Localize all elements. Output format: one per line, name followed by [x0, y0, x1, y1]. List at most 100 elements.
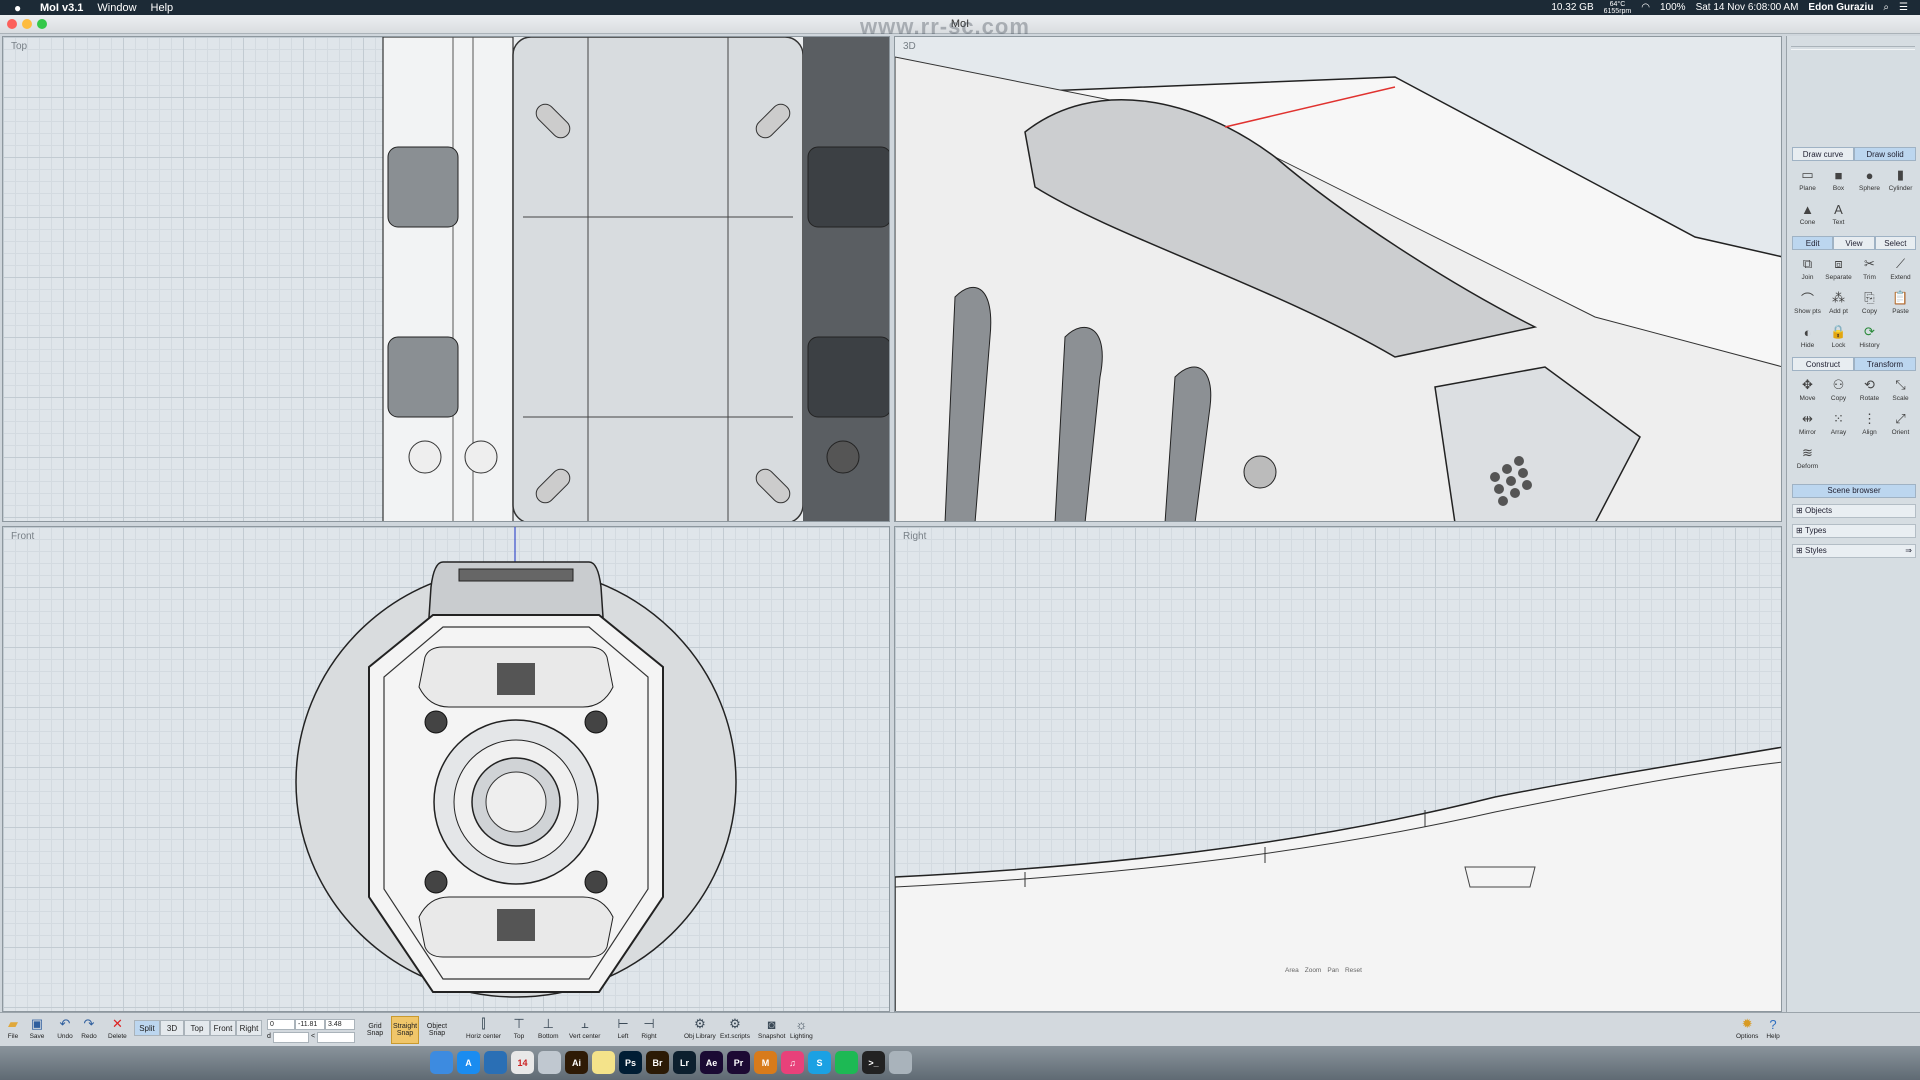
dock-moi-icon[interactable]: M	[754, 1051, 777, 1074]
straight-snap-toggle[interactable]: Straight Snap	[391, 1016, 419, 1044]
arrow-right-icon[interactable]: ⇒	[1905, 545, 1912, 557]
tool-sphere[interactable]: ● Sphere	[1854, 165, 1885, 199]
object-snap-toggle[interactable]: Object Snap	[423, 1016, 451, 1044]
notification-center-icon[interactable]: ☰	[1899, 2, 1908, 13]
coord-x-field[interactable]: 0	[267, 1019, 295, 1030]
dock-terminal-icon[interactable]: >_	[862, 1051, 885, 1074]
spotlight-search-icon[interactable]: ⌕	[1883, 2, 1889, 13]
dock-illustrator-icon[interactable]: Ai	[565, 1051, 588, 1074]
tool-orient[interactable]: ⤢ Orient	[1885, 409, 1916, 443]
align-top-button[interactable]: ⊤ Top	[510, 1015, 528, 1040]
tab-construct[interactable]: Construct	[1792, 357, 1854, 371]
tab-edit[interactable]: Edit	[1792, 236, 1834, 250]
temp-fan-status[interactable]: 64°C 6155rpm	[1604, 1, 1632, 15]
align-horiz-center-button[interactable]: ⫿ Horiz center	[466, 1015, 501, 1040]
menu-window[interactable]: Window	[97, 2, 136, 14]
apple-menu-icon[interactable]: ●	[14, 1, 28, 15]
tool-text[interactable]: A Text	[1823, 199, 1854, 233]
dock-safari-icon[interactable]	[484, 1051, 507, 1074]
user-menu[interactable]: Edon Guraziu	[1808, 2, 1873, 13]
distance-field[interactable]	[273, 1032, 309, 1043]
tool-join[interactable]: ⧉ Join	[1792, 254, 1823, 288]
align-left-button[interactable]: ⊢ Left	[614, 1015, 632, 1040]
view-front-button[interactable]: Front	[210, 1020, 236, 1036]
tool-history[interactable]: ⟳ History	[1854, 322, 1885, 356]
tool-mirror[interactable]: ⇹ Mirror	[1792, 409, 1823, 443]
tool-deform[interactable]: ≋ Deform	[1792, 443, 1823, 477]
viewport-top[interactable]: Top	[2, 36, 890, 522]
tool-trim[interactable]: ✂ Trim	[1854, 254, 1885, 288]
tool-separate[interactable]: ⧈ Separate	[1823, 254, 1854, 288]
scene-browser-button[interactable]: Scene browser	[1792, 484, 1916, 498]
dock-calendar-icon[interactable]: 14	[511, 1051, 534, 1074]
nav-zoom-button[interactable]: Zoom	[1305, 967, 1322, 974]
dock-preview-icon[interactable]	[538, 1051, 561, 1074]
tool-lock[interactable]: 🔒 Lock	[1823, 322, 1854, 356]
snapshot-button[interactable]: ◙ Snapshot	[758, 1015, 785, 1041]
align-right-button[interactable]: ⊣ Right	[640, 1015, 658, 1040]
tab-view[interactable]: View	[1833, 236, 1875, 250]
dock-lightroom-icon[interactable]: Lr	[673, 1051, 696, 1074]
angle-field[interactable]	[317, 1032, 355, 1043]
nav-area-button[interactable]: Area	[1285, 967, 1299, 974]
viewport-front[interactable]: Front	[2, 526, 890, 1012]
app-menu[interactable]: MoI v3.1	[40, 2, 83, 14]
align-bottom-button[interactable]: ⊥ Bottom	[538, 1015, 559, 1040]
tool-add-pt[interactable]: ⁂ Add pt	[1823, 288, 1854, 322]
dock-aftereffects-icon[interactable]: Ae	[700, 1051, 723, 1074]
view-right-button[interactable]: Right	[236, 1020, 262, 1036]
dock-spotify-icon[interactable]	[835, 1051, 858, 1074]
coord-z-field[interactable]: 3.48	[325, 1019, 355, 1030]
viewport-3d[interactable]: 3D	[894, 36, 1782, 522]
save-button[interactable]: ▣ Save	[28, 1015, 46, 1040]
wifi-icon[interactable]: ◠	[1641, 2, 1650, 13]
scene-row-styles[interactable]: ⊞ Styles ⇒	[1792, 544, 1916, 558]
tool-plane[interactable]: ▭ Plane	[1792, 165, 1823, 199]
view-top-button[interactable]: Top	[184, 1020, 210, 1036]
tool-align[interactable]: ⋮ Align	[1854, 409, 1885, 443]
nav-reset-button[interactable]: Reset	[1345, 967, 1362, 974]
tool-cylinder[interactable]: ▮ Cylinder	[1885, 165, 1916, 199]
tool-rotate[interactable]: ⟲ Rotate	[1854, 375, 1885, 409]
align-vert-center-button[interactable]: ⫠ Vert center	[569, 1015, 600, 1040]
dock-bridge-icon[interactable]: Br	[646, 1051, 669, 1074]
dock-music-icon[interactable]: ♫	[781, 1051, 804, 1074]
tool-copy[interactable]: ⚇ Copy	[1823, 375, 1854, 409]
tool-paste[interactable]: 📋 Paste	[1885, 288, 1916, 322]
dock-skype-icon[interactable]: S	[808, 1051, 831, 1074]
view-3d-button[interactable]: 3D	[160, 1020, 184, 1036]
coord-y-field[interactable]: -11.81	[295, 1019, 325, 1030]
view-split-button[interactable]: Split	[134, 1020, 160, 1036]
tool-show-pts[interactable]: ⌒ Show pts	[1792, 288, 1823, 322]
tool-hide[interactable]: ◐ Hide	[1792, 322, 1823, 356]
undo-button[interactable]: ↶ Undo	[56, 1015, 74, 1040]
dock-finder-icon[interactable]	[430, 1051, 453, 1074]
tool-move[interactable]: ✥ Move	[1792, 375, 1823, 409]
tool-cone[interactable]: ▲ Cone	[1792, 199, 1823, 233]
dock-appstore-icon[interactable]: A	[457, 1051, 480, 1074]
scene-row-types[interactable]: ⊞ Types	[1792, 524, 1916, 538]
memory-status[interactable]: 10.32 GB	[1551, 2, 1593, 13]
delete-button[interactable]: ✕ Delete	[108, 1015, 127, 1040]
lighting-button[interactable]: ☼ Lighting	[790, 1015, 813, 1041]
redo-button[interactable]: ↷ Redo	[80, 1015, 98, 1040]
dock-premiere-icon[interactable]: Pr	[727, 1051, 750, 1074]
tab-draw-solid[interactable]: Draw solid	[1854, 147, 1916, 161]
obj-library-button[interactable]: ⚙ Obj Library	[684, 1015, 716, 1040]
tab-transform[interactable]: Transform	[1854, 357, 1916, 371]
tab-select[interactable]: Select	[1874, 236, 1916, 250]
help-button[interactable]: ? Help	[1764, 1015, 1782, 1041]
tool-scale[interactable]: ⤡ Scale	[1885, 375, 1916, 409]
tab-draw-curve[interactable]: Draw curve	[1792, 147, 1854, 161]
nav-pan-button[interactable]: Pan	[1327, 967, 1339, 974]
options-button[interactable]: ✹ Options	[1736, 1015, 1758, 1040]
battery-status[interactable]: 100%	[1660, 2, 1686, 13]
tool-array[interactable]: ⁙ Array	[1823, 409, 1854, 443]
tool-box[interactable]: ■ Box	[1823, 165, 1854, 199]
tool-extend[interactable]: ⟋ Extend	[1885, 254, 1916, 288]
file-button[interactable]: ▰ File	[4, 1015, 22, 1040]
scene-row-objects[interactable]: ⊞ Objects	[1792, 504, 1916, 518]
dock-trash-icon[interactable]	[889, 1051, 912, 1074]
dock-notes-icon[interactable]	[592, 1051, 615, 1074]
grid-snap-toggle[interactable]: Grid Snap	[361, 1016, 389, 1044]
